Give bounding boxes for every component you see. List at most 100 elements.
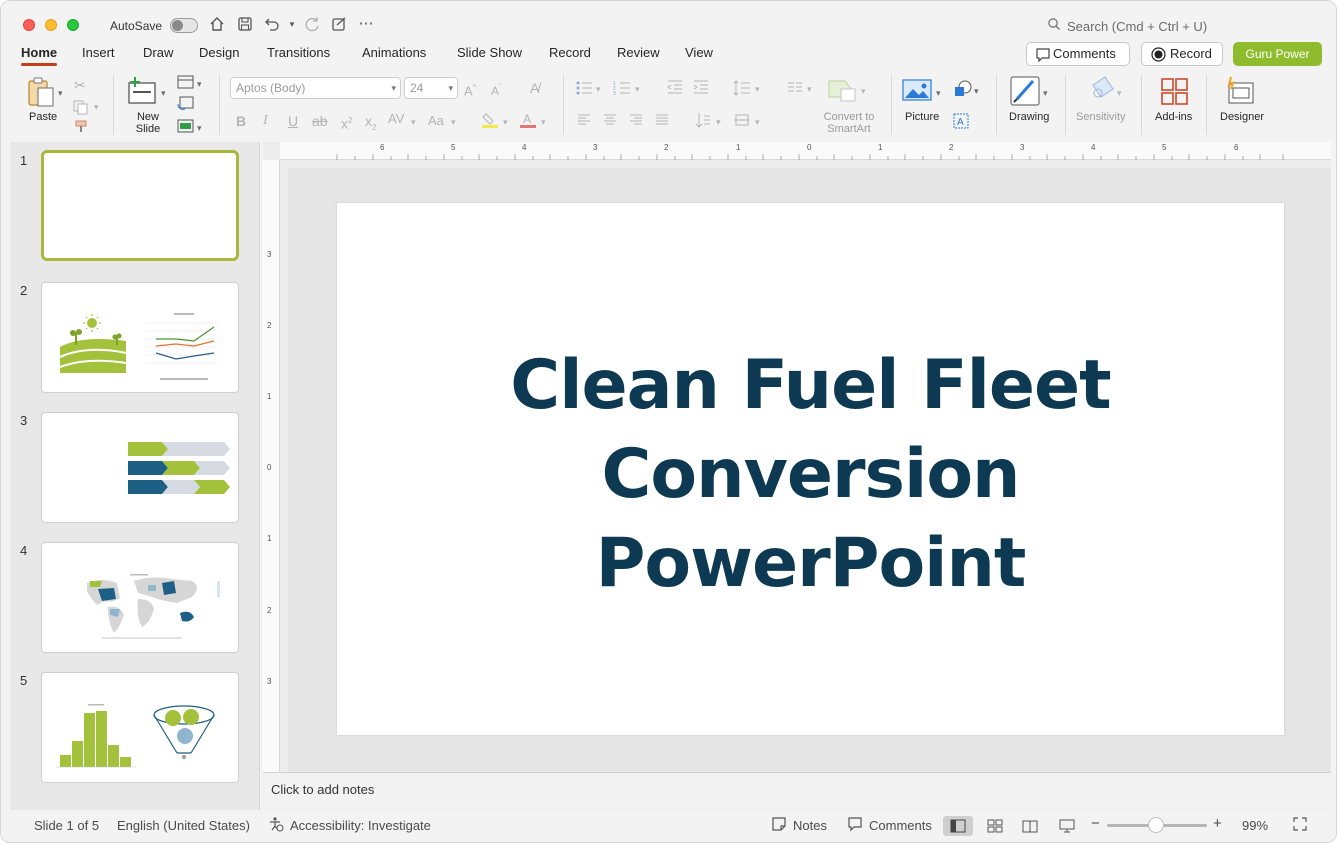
present-icon[interactable] bbox=[330, 15, 348, 33]
reading-view-button[interactable] bbox=[1015, 816, 1045, 836]
slide-thumbnail-3[interactable] bbox=[41, 412, 239, 523]
record-button[interactable]: Record bbox=[1141, 42, 1223, 66]
zoom-in-button[interactable]: + bbox=[1213, 815, 1222, 832]
chevron-down-icon[interactable]: ▾ bbox=[755, 114, 760, 130]
comments-button[interactable]: Comments bbox=[1026, 42, 1130, 66]
bullets-icon[interactable] bbox=[575, 80, 593, 99]
current-slide[interactable]: Clean Fuel Fleet Conversion PowerPoint bbox=[337, 203, 1284, 735]
drawing-icon[interactable] bbox=[1009, 75, 1041, 107]
decrease-font-icon[interactable]: Aˇ bbox=[491, 80, 502, 99]
new-slide-dropdown-icon[interactable]: ▾ bbox=[161, 85, 166, 101]
chevron-down-icon[interactable]: ▾ bbox=[1117, 85, 1122, 101]
designer-icon[interactable] bbox=[1225, 75, 1257, 107]
strikethrough-icon[interactable]: ab bbox=[312, 113, 328, 129]
text-box-icon[interactable]: A bbox=[952, 112, 970, 133]
language-indicator[interactable]: English (United States) bbox=[117, 818, 250, 833]
section-icon[interactable] bbox=[177, 119, 195, 137]
slide-thumbnail-5[interactable] bbox=[41, 672, 239, 783]
copy-icon[interactable] bbox=[72, 99, 90, 118]
slide-sorter-button[interactable] bbox=[980, 816, 1010, 836]
format-painter-icon[interactable] bbox=[74, 119, 90, 138]
chevron-down-icon[interactable]: ▾ bbox=[716, 114, 721, 130]
numbering-icon[interactable]: 123 bbox=[613, 80, 631, 99]
accessibility-icon[interactable] bbox=[268, 816, 284, 835]
layout-icon[interactable] bbox=[177, 75, 195, 93]
chevron-down-icon[interactable]: ▾ bbox=[861, 83, 866, 99]
tab-transitions[interactable]: Transitions bbox=[267, 45, 330, 60]
font-name-select[interactable]: Aptos (Body) ▾ bbox=[230, 77, 401, 99]
chevron-down-icon[interactable]: ▾ bbox=[807, 81, 812, 97]
zoom-out-button[interactable]: − bbox=[1091, 815, 1100, 832]
italic-icon[interactable]: I bbox=[263, 113, 268, 129]
paste-icon[interactable] bbox=[25, 75, 59, 109]
add-ins-icon[interactable] bbox=[1160, 77, 1190, 107]
highlight-icon[interactable] bbox=[481, 111, 499, 132]
chevron-down-icon[interactable]: ▾ bbox=[936, 85, 941, 101]
increase-indent-icon[interactable] bbox=[693, 80, 709, 97]
notes-pane[interactable]: Click to add notes bbox=[263, 772, 1331, 810]
chevron-down-icon[interactable]: ▾ bbox=[503, 114, 508, 130]
notes-placeholder[interactable]: Click to add notes bbox=[271, 782, 374, 797]
line-spacing-icon[interactable] bbox=[733, 80, 751, 99]
slide-thumbnail-2[interactable] bbox=[41, 282, 239, 393]
align-center-icon[interactable] bbox=[603, 113, 617, 130]
layout-dropdown-icon[interactable]: ▾ bbox=[197, 76, 202, 92]
more-icon[interactable]: ⋯ bbox=[357, 15, 375, 33]
window-maximize-button[interactable] bbox=[67, 19, 79, 31]
slide-thumbnail-1[interactable] bbox=[41, 150, 239, 261]
bold-icon[interactable]: B bbox=[236, 113, 246, 129]
sensitivity-icon[interactable] bbox=[1087, 75, 1115, 105]
slide-thumbnail-4[interactable] bbox=[41, 542, 239, 653]
columns-icon[interactable] bbox=[787, 80, 803, 97]
chevron-down-icon[interactable]: ▾ bbox=[755, 81, 760, 97]
notes-icon[interactable] bbox=[771, 816, 787, 835]
underline-icon[interactable]: U bbox=[288, 113, 298, 129]
change-case-icon[interactable]: Aa bbox=[428, 113, 444, 129]
tab-slide-show[interactable]: Slide Show bbox=[457, 45, 522, 60]
increase-font-icon[interactable]: A^ bbox=[464, 80, 476, 99]
paste-dropdown-icon[interactable]: ▾ bbox=[58, 85, 63, 101]
justify-icon[interactable] bbox=[655, 113, 669, 130]
tab-home[interactable]: Home bbox=[21, 45, 58, 66]
notes-toggle-button[interactable]: Notes bbox=[793, 818, 827, 833]
reset-slide-icon[interactable] bbox=[177, 96, 195, 114]
comment-icon[interactable] bbox=[847, 816, 863, 835]
picture-icon[interactable] bbox=[902, 79, 932, 103]
redo-icon[interactable] bbox=[303, 15, 321, 33]
new-slide-icon[interactable] bbox=[127, 75, 159, 107]
tab-view[interactable]: View bbox=[685, 45, 713, 60]
zoom-slider-thumb[interactable] bbox=[1148, 817, 1164, 833]
slide-show-button[interactable] bbox=[1052, 816, 1082, 836]
save-icon[interactable] bbox=[236, 15, 254, 33]
autosave-toggle[interactable] bbox=[170, 18, 198, 33]
font-size-select[interactable]: 24 ▾ bbox=[404, 77, 458, 99]
guru-power-button[interactable]: Guru Power bbox=[1233, 42, 1322, 66]
tab-review[interactable]: Review bbox=[617, 45, 660, 60]
window-close-button[interactable] bbox=[23, 19, 35, 31]
zoom-level[interactable]: 99% bbox=[1242, 818, 1268, 833]
slide-title-textbox[interactable]: Clean Fuel Fleet Conversion PowerPoint bbox=[337, 341, 1284, 608]
fit-to-window-icon[interactable] bbox=[1292, 816, 1308, 835]
decrease-indent-icon[interactable] bbox=[667, 80, 683, 97]
cut-icon[interactable]: ✂ bbox=[74, 77, 86, 93]
tab-animations[interactable]: Animations bbox=[362, 45, 426, 60]
window-minimize-button[interactable] bbox=[45, 19, 57, 31]
align-left-icon[interactable] bbox=[577, 113, 591, 130]
subscript-icon[interactable]: x2 bbox=[365, 113, 376, 136]
undo-dropdown-icon[interactable]: ▾ bbox=[283, 15, 301, 33]
accessibility-status[interactable]: Accessibility: Investigate bbox=[290, 818, 431, 833]
smartart-icon[interactable] bbox=[827, 79, 859, 103]
font-color-icon[interactable]: A bbox=[519, 111, 537, 132]
chevron-down-icon[interactable]: ▾ bbox=[411, 114, 416, 130]
tab-insert[interactable]: Insert bbox=[82, 45, 115, 60]
chevron-down-icon[interactable]: ▾ bbox=[1043, 85, 1048, 101]
align-text-icon[interactable] bbox=[733, 112, 751, 131]
comments-toggle-button[interactable]: Comments bbox=[869, 818, 932, 833]
home-icon[interactable] bbox=[208, 15, 226, 33]
chevron-down-icon[interactable]: ▾ bbox=[451, 114, 456, 130]
shapes-icon[interactable] bbox=[952, 79, 972, 102]
search-input[interactable]: Search (Cmd + Ctrl + U) bbox=[1067, 19, 1207, 34]
chevron-down-icon[interactable]: ▾ bbox=[635, 81, 640, 97]
tab-record[interactable]: Record bbox=[549, 45, 591, 60]
section-dropdown-icon[interactable]: ▾ bbox=[197, 120, 202, 136]
